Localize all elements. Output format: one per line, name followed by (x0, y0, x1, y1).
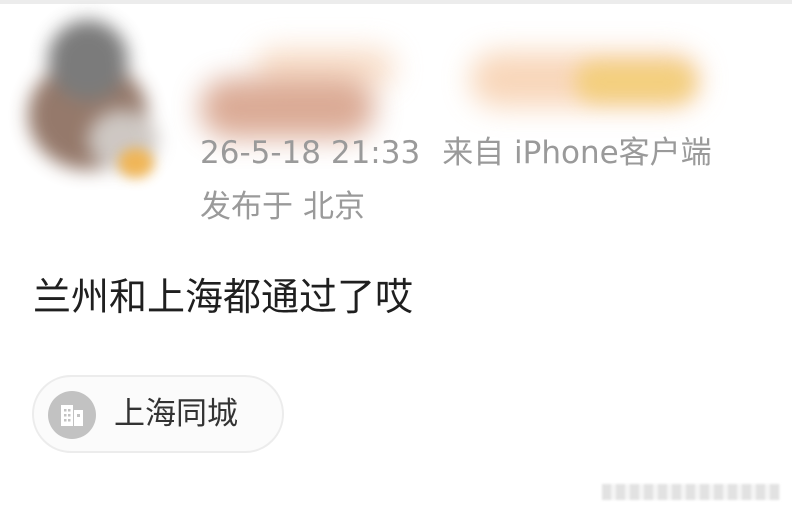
post-timestamp: 26-5-18 21:33 (200, 135, 421, 171)
post-location: 发布于 北京 (200, 188, 365, 226)
verified-badge-icon (118, 148, 154, 178)
topic-chip[interactable]: 上海同城 (32, 375, 284, 453)
top-divider (0, 0, 792, 4)
building-icon (48, 391, 96, 439)
post-meta: 26-5-18 21:33 来自 iPhone客户端 (200, 134, 712, 172)
post-content: 兰州和上海都通过了哎 (33, 275, 414, 319)
member-badge-highlight (575, 62, 695, 102)
location-city: 北京 (303, 189, 365, 225)
watermark-obscured (602, 484, 780, 500)
post-source: 来自 iPhone客户端 (442, 135, 712, 171)
topic-label: 上海同城 (114, 396, 238, 432)
location-prefix: 发布于 (200, 189, 293, 225)
username-obscured-secondary (200, 78, 375, 138)
